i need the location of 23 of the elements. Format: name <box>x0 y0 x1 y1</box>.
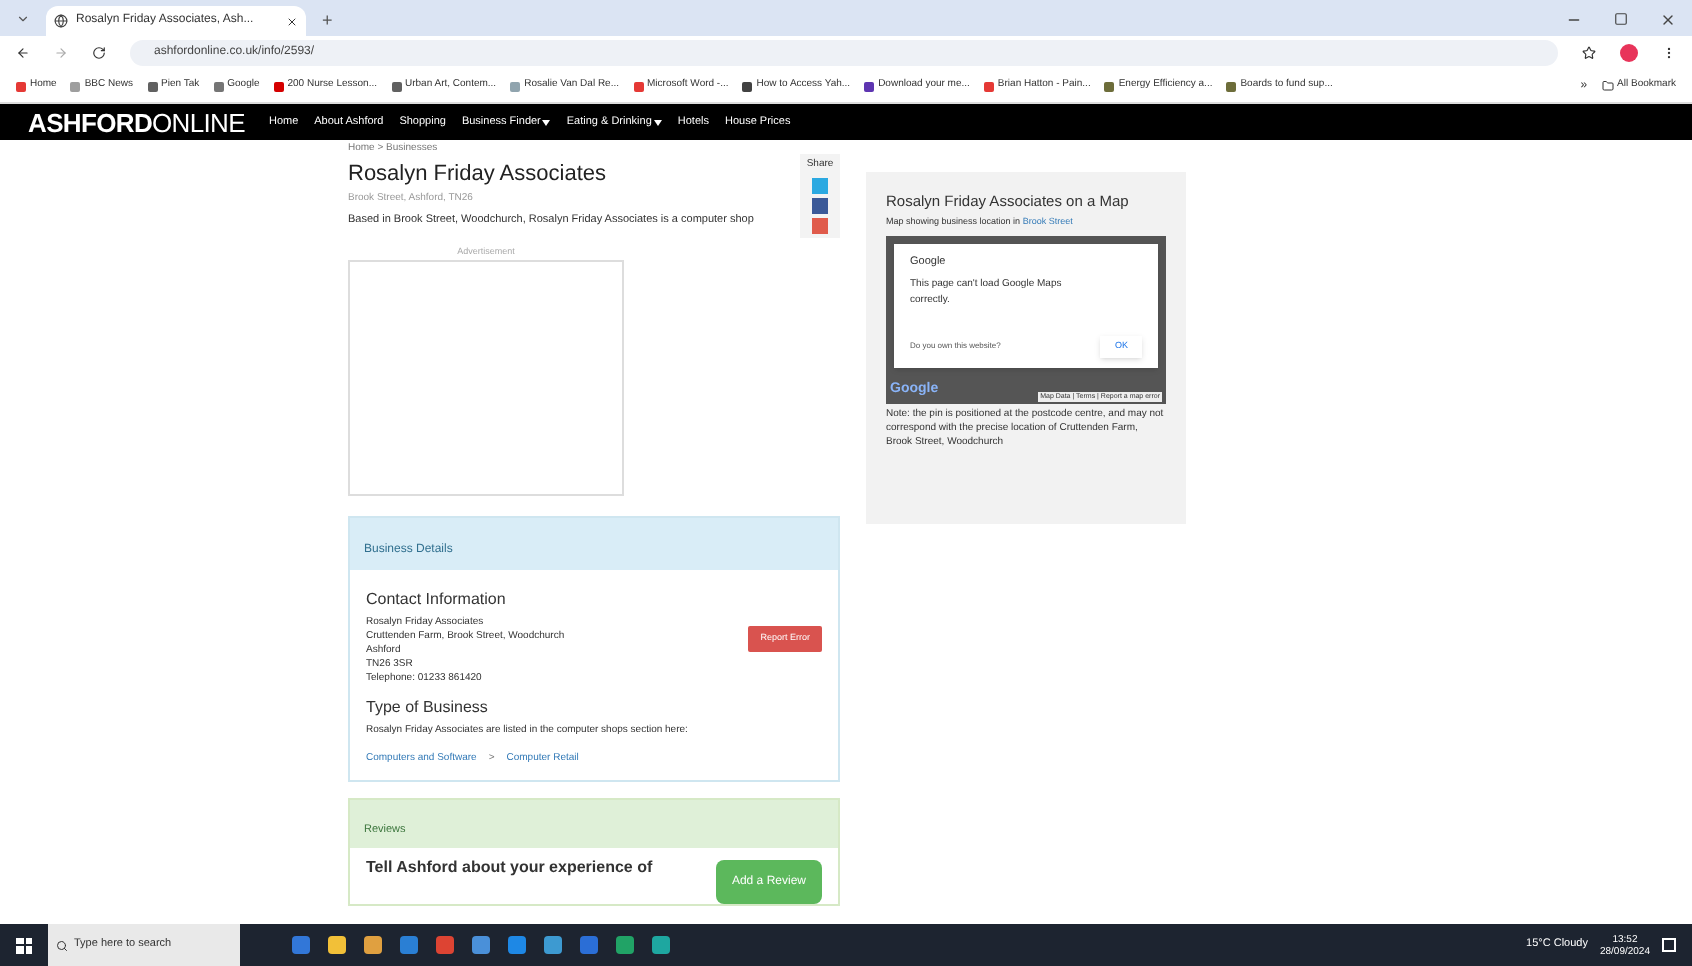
forward-icon[interactable] <box>54 46 68 60</box>
bookmark-star-icon[interactable] <box>1582 46 1596 60</box>
profile-avatar[interactable] <box>1620 44 1638 62</box>
new-tab-button[interactable]: + <box>322 12 333 30</box>
site-logo[interactable]: ASHFORDONLINE <box>28 109 245 135</box>
notification-icon[interactable] <box>1662 938 1676 952</box>
caret-icon[interactable] <box>653 119 662 125</box>
globe-icon <box>54 14 68 28</box>
close-tab-icon[interactable] <box>286 15 298 27</box>
section-heading: Type of Business <box>366 696 490 721</box>
page-title: Rosalyn Friday Associates <box>348 161 608 189</box>
reload-icon[interactable] <box>92 46 106 60</box>
menu-icon[interactable] <box>1662 46 1676 60</box>
folder-icon <box>1601 80 1614 92</box>
search-icon <box>56 939 68 951</box>
maximize-icon[interactable] <box>1614 12 1628 26</box>
tab-list-icon[interactable] <box>16 12 30 26</box>
back-icon[interactable] <box>16 46 30 60</box>
section-heading: Contact Information <box>366 588 508 613</box>
review-prompt: Tell Ashford about your experience of <box>366 856 653 881</box>
caret-icon[interactable] <box>542 119 551 125</box>
close-icon[interactable] <box>1660 12 1676 28</box>
start-icon[interactable] <box>16 937 32 953</box>
